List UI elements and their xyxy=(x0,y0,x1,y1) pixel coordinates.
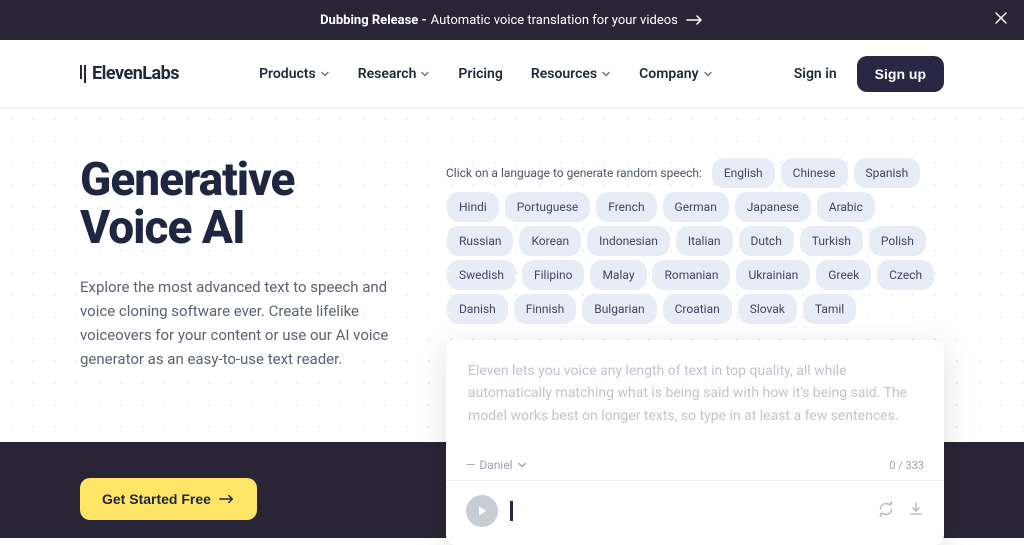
language-label: Click on a language to generate random s… xyxy=(446,166,702,180)
lang-chip-indonesian[interactable]: Indonesian xyxy=(587,226,670,256)
cta-label: Get Started Free xyxy=(102,491,211,507)
banner-text: Automatic voice translation for your vid… xyxy=(431,13,678,28)
hero-title-line2: Voice AI xyxy=(80,201,245,255)
logo-bars-icon xyxy=(80,65,86,83)
brand-logo[interactable]: ElevenLabs xyxy=(80,63,179,84)
lang-chip-dutch[interactable]: Dutch xyxy=(739,226,794,256)
close-icon[interactable] xyxy=(994,11,1008,29)
lang-chip-malay[interactable]: Malay xyxy=(590,260,646,290)
lang-chip-polish[interactable]: Polish xyxy=(869,226,926,256)
char-count: 0 / 333 xyxy=(889,459,924,472)
chevron-down-icon xyxy=(320,69,330,79)
nav-item-label: Pricing xyxy=(458,66,502,82)
lang-chip-french[interactable]: French xyxy=(596,192,656,222)
language-picker: Click on a language to generate random s… xyxy=(446,156,944,326)
arrow-right-icon xyxy=(219,493,235,505)
arrow-right-icon[interactable] xyxy=(686,14,704,26)
nav-item-research[interactable]: Research xyxy=(358,66,431,82)
waveform-icon xyxy=(510,501,513,521)
signup-button[interactable]: Sign up xyxy=(857,56,944,92)
chevron-down-icon xyxy=(420,69,430,79)
download-icon[interactable] xyxy=(908,501,924,521)
lang-chip-swedish[interactable]: Swedish xyxy=(447,260,516,290)
chevron-down-icon xyxy=(517,460,527,470)
chevron-down-icon xyxy=(703,69,713,79)
get-started-button[interactable]: Get Started Free xyxy=(80,478,257,520)
lang-chip-filipino[interactable]: Filipino xyxy=(522,260,585,290)
lang-chip-spanish[interactable]: Spanish xyxy=(854,158,921,188)
lang-chip-greek[interactable]: Greek xyxy=(816,260,871,290)
lang-chip-russian[interactable]: Russian xyxy=(447,226,513,256)
brand-name: ElevenLabs xyxy=(92,63,179,84)
voice-prefix: — xyxy=(466,458,475,472)
lang-chip-turkish[interactable]: Turkish xyxy=(800,226,863,256)
lang-chip-romanian[interactable]: Romanian xyxy=(652,260,730,290)
hero-title-line1: Generative xyxy=(80,153,294,207)
voice-selector[interactable]: — Daniel xyxy=(466,458,527,472)
lang-chip-hindi[interactable]: Hindi xyxy=(447,192,499,222)
hero-title: Generative Voice AI xyxy=(80,156,410,253)
top-nav: ElevenLabs Products Research Pricing Resour… xyxy=(0,40,1024,108)
voice-name: Daniel xyxy=(479,458,512,472)
lang-chip-ukrainian[interactable]: Ukrainian xyxy=(736,260,810,290)
nav-item-label: Products xyxy=(259,66,316,82)
announcement-banner: Dubbing Release - Automatic voice transl… xyxy=(0,0,1024,40)
lang-chip-tamil[interactable]: Tamil xyxy=(803,294,856,324)
lang-chip-bulgarian[interactable]: Bulgarian xyxy=(582,294,656,324)
nav-item-label: Research xyxy=(358,66,417,82)
lang-chip-portuguese[interactable]: Portuguese xyxy=(505,192,591,222)
lang-chip-finnish[interactable]: Finnish xyxy=(514,294,577,324)
lang-chip-arabic[interactable]: Arabic xyxy=(817,192,875,222)
refresh-icon[interactable] xyxy=(878,501,894,521)
nav-item-products[interactable]: Products xyxy=(259,66,330,82)
lang-chip-slovak[interactable]: Slovak xyxy=(738,294,797,324)
nav-item-pricing[interactable]: Pricing xyxy=(458,66,502,82)
lang-chip-japanese[interactable]: Japanese xyxy=(735,192,811,222)
nav-item-label: Resources xyxy=(531,66,597,82)
nav-item-resources[interactable]: Resources xyxy=(531,66,611,82)
nav-menu: Products Research Pricing Resources Company xyxy=(259,66,712,82)
lang-chip-german[interactable]: German xyxy=(663,192,729,222)
nav-item-company[interactable]: Company xyxy=(639,66,712,82)
nav-item-label: Company xyxy=(639,66,698,82)
tts-textarea[interactable]: Eleven lets you voice any length of text… xyxy=(446,340,944,450)
tts-card: Eleven lets you voice any length of text… xyxy=(446,340,944,545)
chevron-down-icon xyxy=(601,69,611,79)
lang-chip-chinese[interactable]: Chinese xyxy=(781,158,848,188)
hero-description: Explore the most advanced text to speech… xyxy=(80,275,410,371)
lang-chip-english[interactable]: English xyxy=(712,158,775,188)
banner-bold: Dubbing Release - xyxy=(320,13,427,28)
signin-link[interactable]: Sign in xyxy=(794,66,837,82)
lang-chip-korean[interactable]: Korean xyxy=(519,226,581,256)
lang-chip-czech[interactable]: Czech xyxy=(877,260,934,290)
lang-chip-danish[interactable]: Danish xyxy=(447,294,508,324)
play-button[interactable] xyxy=(466,495,498,527)
lang-chip-croatian[interactable]: Croatian xyxy=(663,294,732,324)
lang-chip-italian[interactable]: Italian xyxy=(676,226,733,256)
